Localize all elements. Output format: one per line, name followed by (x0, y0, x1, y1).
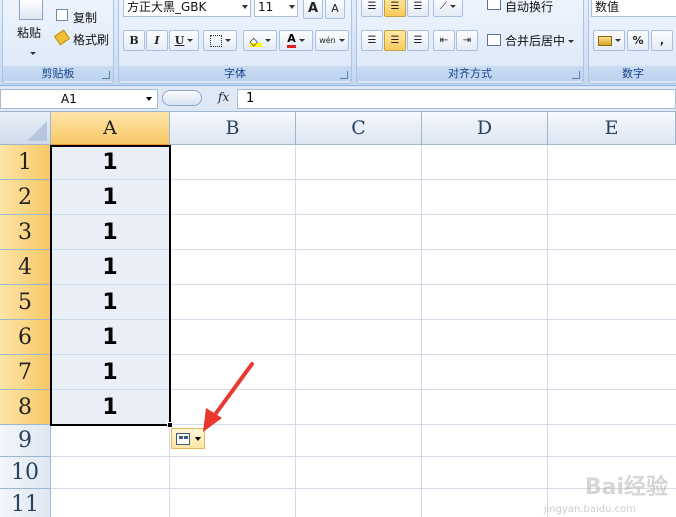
font-name-select[interactable]: 方正大黑_GBK (123, 0, 251, 17)
number-format-value: 数值 (595, 0, 620, 14)
format-painter-button[interactable]: 格式刷 (73, 31, 109, 48)
format-painter-icon (53, 29, 71, 46)
borders-icon (209, 34, 222, 47)
underline-button[interactable]: U (169, 30, 199, 51)
align-bottom-icon: ☰ (413, 1, 423, 12)
merge-center-button[interactable]: 合并后居中 (505, 32, 575, 49)
ribbon: 粘贴 复制 格式刷 剪贴板 方正大黑_GBK 11 A A B I U ◇ A (0, 0, 676, 86)
align-left-button[interactable]: ☰ (361, 30, 383, 51)
align-left-icon: ☰ (367, 35, 377, 46)
italic-button[interactable]: I (146, 30, 168, 51)
font-group: 方正大黑_GBK 11 A A B I U ◇ A wén 字体 (118, 0, 352, 84)
font-launcher-icon[interactable] (340, 71, 348, 79)
decrease-indent-icon: ⇤ (439, 35, 449, 46)
number-group-label: 数字 (589, 66, 676, 81)
clipboard-group: 粘贴 复制 格式刷 剪贴板 (2, 0, 114, 84)
alignment-group-label: 对齐方式 (357, 66, 583, 81)
accounting-format-button[interactable] (593, 30, 625, 51)
font-size-select[interactable]: 11 (254, 0, 298, 17)
number-group: 数值 % , 数字 (588, 0, 676, 84)
font-name-value: 方正大黑_GBK (127, 0, 207, 14)
formula-bar-controls: fx (160, 89, 236, 109)
formula-bar-splitter[interactable] (162, 90, 202, 106)
name-box[interactable]: A1 (0, 89, 158, 109)
align-middle-icon: ☰ (390, 1, 400, 12)
merge-center-icon (487, 34, 501, 46)
clipboard-launcher-icon[interactable] (102, 71, 110, 79)
align-top-icon: ☰ (367, 1, 377, 12)
alignment-group: ☰ ☰ ☰ ⟋ ☰ ☰ ☰ ⇤ ⇥ 自动换行 合并后居中 对齐方式 (356, 0, 584, 84)
align-right-button[interactable]: ☰ (407, 30, 429, 51)
font-color-button[interactable]: A (279, 30, 313, 51)
copy-button[interactable]: 复制 (73, 9, 97, 26)
merge-center-label: 合并后居中 (505, 34, 566, 48)
formula-input[interactable]: 1 (237, 89, 676, 109)
underline-label: U (174, 34, 185, 47)
watermark-url: jingyan.baidu.com (543, 504, 636, 515)
align-middle-button[interactable]: ☰ (384, 0, 406, 17)
percent-button[interactable]: % (627, 30, 649, 51)
worksheet-grid[interactable]: A B C D E 1 2 3 4 5 6 7 8 9 10 11 1 1 1 … (0, 112, 676, 517)
paste-dropdown-icon[interactable] (27, 46, 36, 60)
clipboard-group-label: 剪贴板 (3, 66, 113, 81)
borders-button[interactable] (203, 30, 237, 51)
orientation-button[interactable]: ⟋ (433, 0, 463, 17)
increase-indent-icon: ⇥ (462, 35, 472, 46)
phonetic-label: wén (319, 36, 336, 45)
wrap-text-button[interactable]: 自动换行 (505, 0, 553, 15)
wrap-text-icon (487, 0, 501, 10)
copy-icon (56, 9, 68, 21)
paste-button[interactable]: 粘贴 (17, 24, 41, 41)
comma-button[interactable]: , (651, 30, 673, 51)
name-box-value: A1 (61, 92, 77, 106)
shrink-font-button[interactable]: A (325, 0, 345, 19)
increase-indent-button[interactable]: ⇥ (456, 30, 478, 51)
align-center-icon: ☰ (390, 35, 400, 46)
align-center-button[interactable]: ☰ (384, 30, 406, 51)
align-right-icon: ☰ (413, 35, 423, 46)
alignment-launcher-icon[interactable] (572, 71, 580, 79)
paste-icon[interactable] (19, 0, 43, 20)
number-format-select[interactable]: 数值 (591, 0, 676, 17)
annotation-arrow-icon (203, 362, 254, 432)
fill-color-icon: ◇ (249, 35, 262, 48)
orientation-icon: ⟋ (440, 1, 447, 12)
formula-bar: A1 fx 1 (0, 86, 676, 112)
name-box-dropdown-icon[interactable] (146, 97, 152, 101)
align-bottom-button[interactable]: ☰ (407, 0, 429, 17)
insert-function-button[interactable]: fx (218, 90, 229, 104)
font-group-label: 字体 (119, 66, 351, 81)
grow-font-button[interactable]: A (303, 0, 323, 19)
watermark-logo: Bai经验 (584, 475, 668, 500)
align-top-button[interactable]: ☰ (361, 0, 383, 17)
font-color-label: A (287, 33, 296, 48)
phonetic-button[interactable]: wén (315, 30, 349, 51)
decrease-indent-button[interactable]: ⇤ (433, 30, 455, 51)
fill-color-button[interactable]: ◇ (243, 30, 277, 51)
font-size-value: 11 (258, 0, 274, 14)
bold-button[interactable]: B (123, 30, 145, 51)
accounting-icon (597, 35, 612, 46)
